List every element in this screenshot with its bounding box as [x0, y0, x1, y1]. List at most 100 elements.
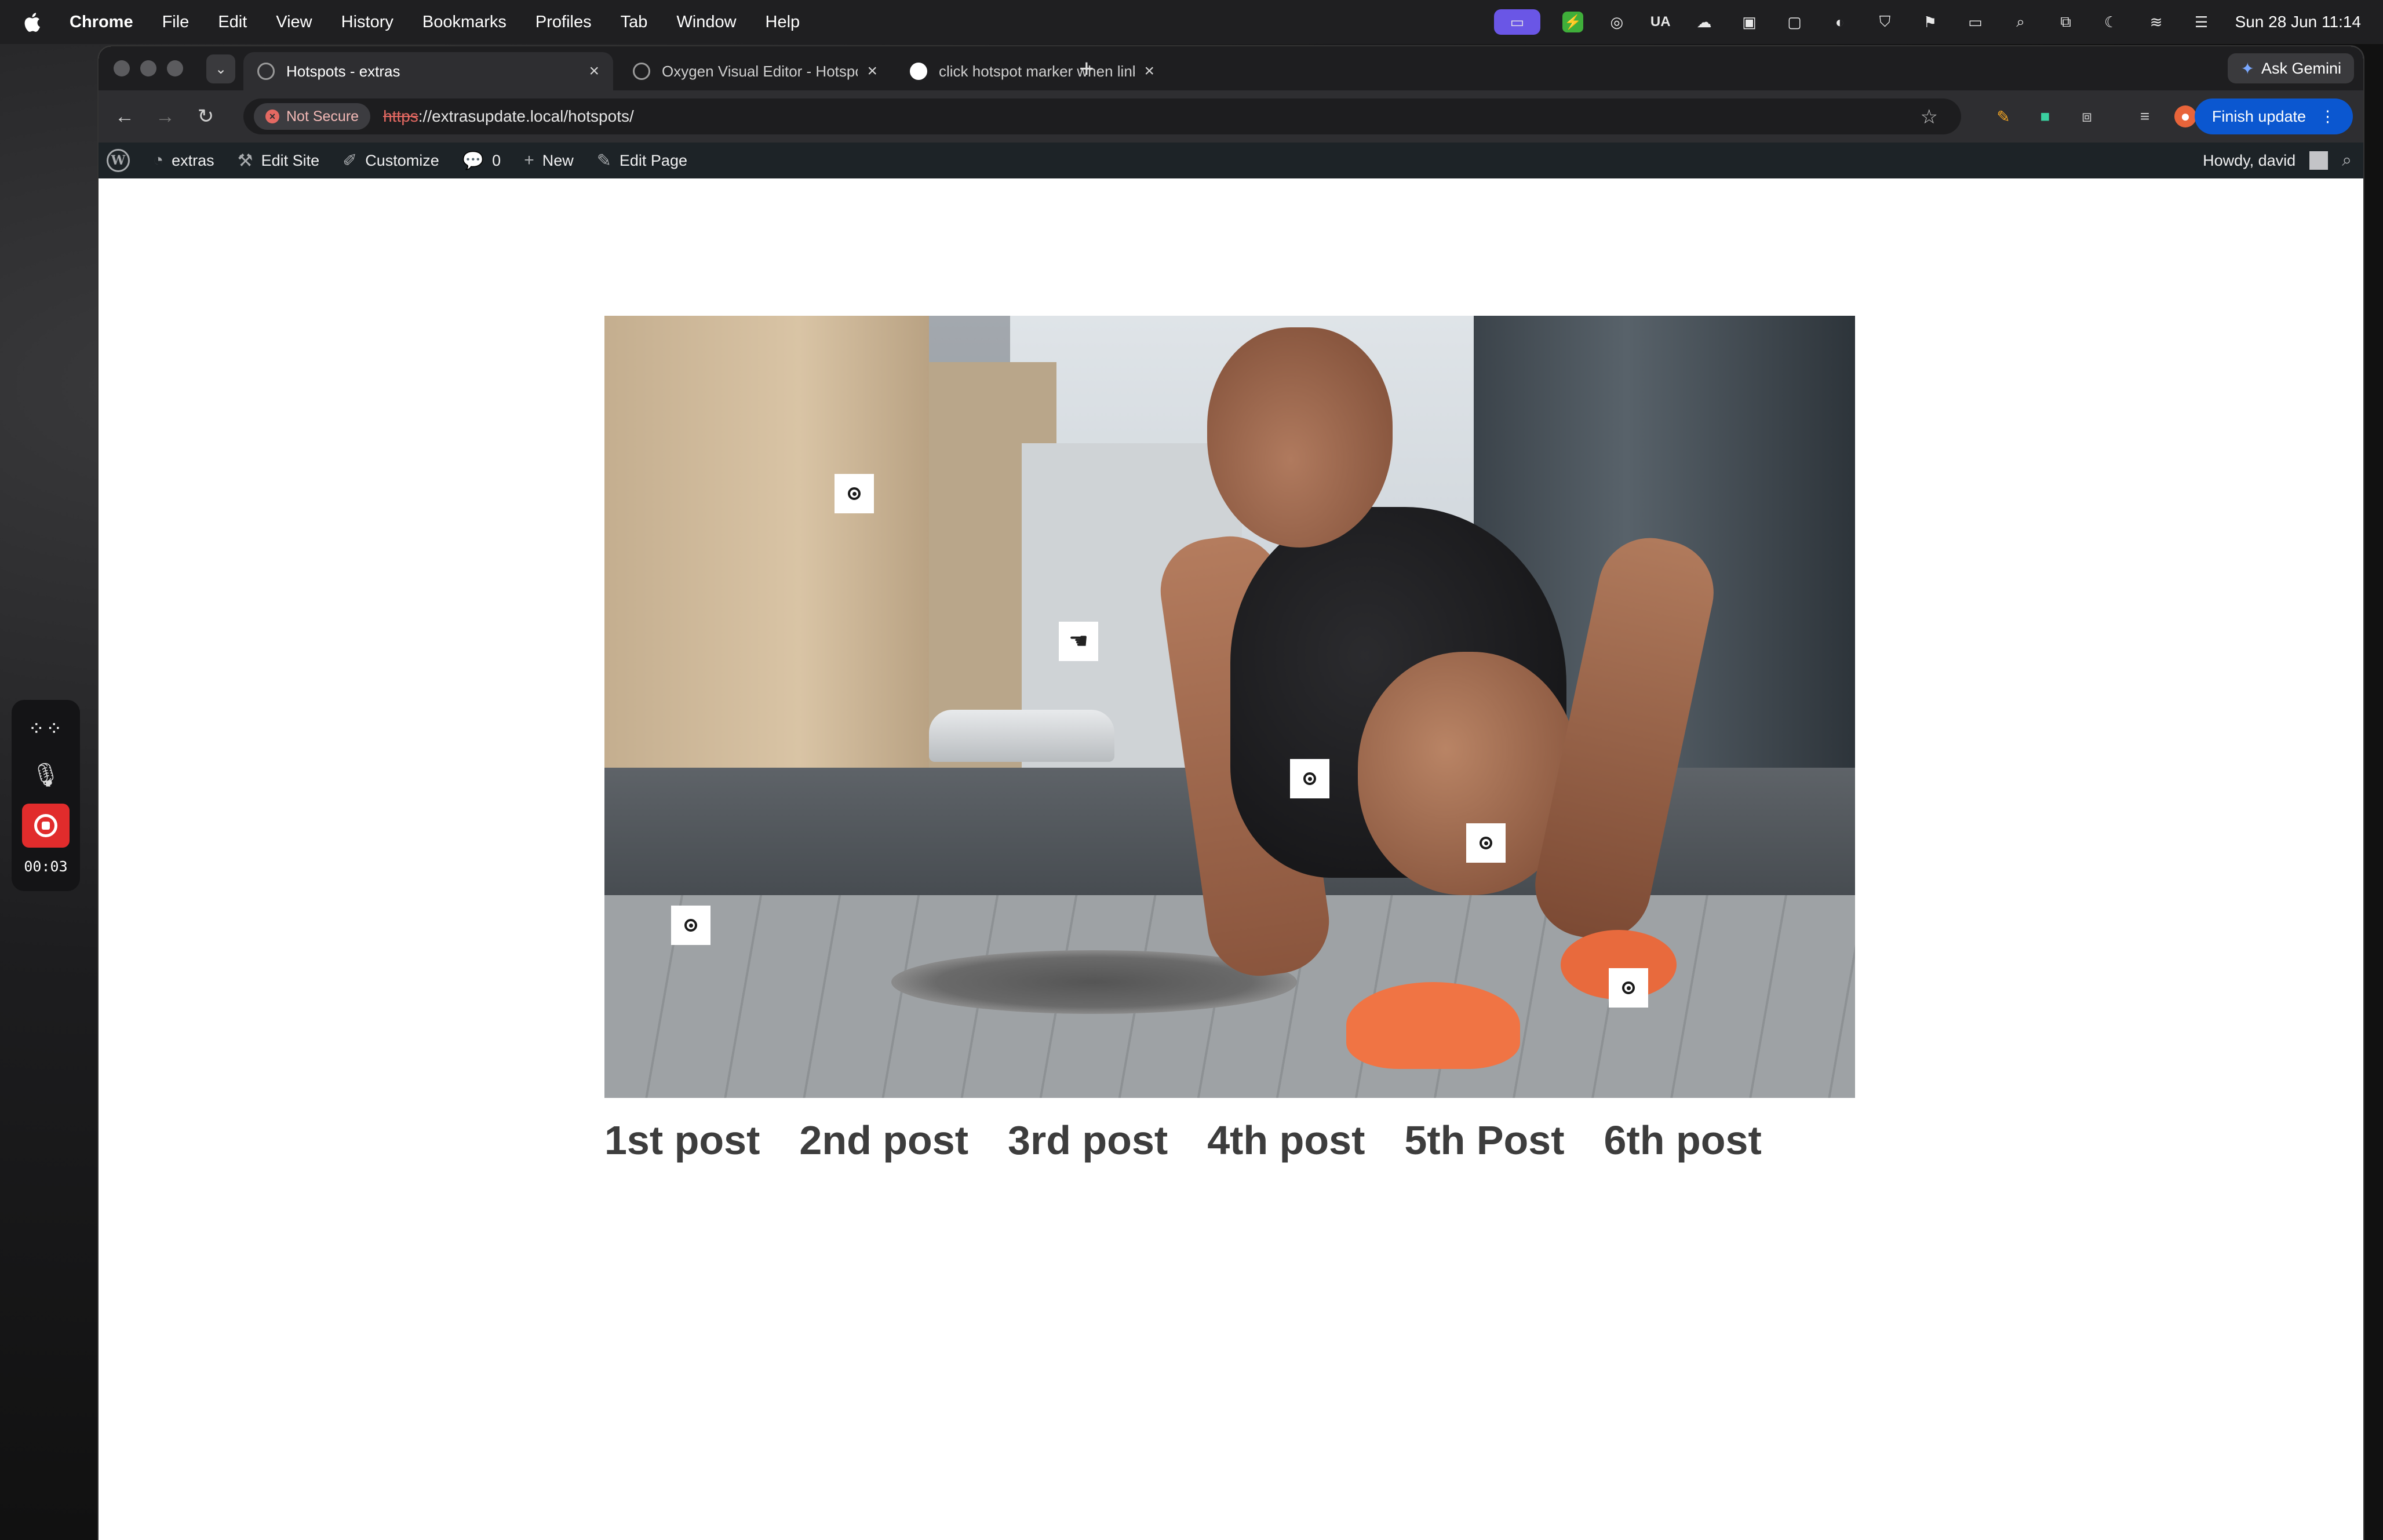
cloud-icon[interactable]: ☁ — [1693, 10, 1716, 34]
hotspot-image: ☚ — [604, 316, 1855, 1098]
menu-tab[interactable]: Tab — [621, 13, 648, 32]
language-indicator[interactable]: UA — [1650, 10, 1671, 34]
post-link-2[interactable]: 2nd post — [799, 1117, 968, 1163]
screenshot-icon[interactable]: ⧉ — [2054, 10, 2078, 34]
security-label: Not Secure — [286, 108, 359, 125]
control-center-icon[interactable]: ☰ — [2190, 10, 2213, 34]
recording-timer: 00:03 — [24, 858, 68, 875]
stop-icon — [34, 814, 57, 837]
chevron-down-icon: ⌄ — [214, 61, 227, 77]
wp-howdy-user[interactable]: Howdy, david — [2203, 152, 2295, 170]
address-bar[interactable]: × Not Secure https://extrasupdate.local/… — [243, 98, 1961, 134]
close-window-button[interactable] — [114, 60, 130, 76]
target-icon — [684, 919, 697, 932]
wp-edit-site-link[interactable]: ⚒ Edit Site — [238, 151, 319, 171]
bookmark-star-icon[interactable]: ☆ — [1921, 105, 1938, 129]
new-tab-button[interactable]: + — [1079, 54, 1094, 83]
github-icon — [910, 63, 927, 80]
menu-bookmarks[interactable]: Bookmarks — [422, 13, 507, 32]
close-tab-icon[interactable]: × — [867, 61, 877, 81]
post-link-3[interactable]: 3rd post — [1008, 1117, 1168, 1163]
reload-icon[interactable]: ↻ — [192, 103, 219, 130]
globe-icon — [257, 63, 275, 80]
green-extension-icon[interactable]: ■ — [2033, 104, 2057, 129]
puzzle-extensions-icon[interactable]: ⧈ — [2075, 104, 2099, 129]
wp-customize-link[interactable]: ✐ Customize — [342, 151, 439, 171]
search-icon[interactable]: ⌕ — [2009, 10, 2032, 34]
notion-icon[interactable]: ▣ — [1738, 10, 1761, 34]
wp-new-link[interactable]: + New — [524, 151, 574, 170]
menu-edit[interactable]: Edit — [218, 13, 247, 32]
url-path: ://extrasupdate.local/hotspots/ — [418, 107, 634, 125]
battery-icon[interactable]: ▭ — [1964, 10, 1987, 34]
shazam-icon[interactable]: ◎ — [1605, 10, 1628, 34]
macos-menubar: Chrome File Edit View History Bookmarks … — [0, 0, 2383, 44]
minimize-window-button[interactable] — [140, 60, 156, 76]
post-link-6[interactable]: 6th post — [1604, 1117, 1762, 1163]
tab-search-button[interactable]: ⌄ — [206, 54, 235, 83]
wordpress-logo-icon[interactable]: W — [107, 149, 130, 172]
hotspot-marker[interactable]: ☚ — [1059, 622, 1098, 661]
pencil-icon: ✎ — [596, 151, 611, 170]
moon-icon[interactable]: ☾ — [2100, 10, 2123, 34]
menu-view[interactable]: View — [276, 13, 312, 32]
target-icon — [1303, 772, 1316, 785]
mic-muted-icon[interactable]: 🎙 — [31, 761, 61, 789]
stop-recording-button[interactable] — [22, 804, 70, 848]
tab-oxygen-editor[interactable]: Oxygen Visual Editor - Hotspots × — [619, 52, 891, 90]
s-app-icon[interactable]: ▢ — [1783, 10, 1806, 34]
ask-gemini-button[interactable]: ✦ Ask Gemini — [2228, 53, 2354, 83]
post-link-4[interactable]: 4th post — [1207, 1117, 1365, 1163]
forward-arrow-icon[interactable]: → — [152, 103, 178, 130]
grid-menu-icon[interactable]: ⁘⁘ — [28, 717, 64, 740]
pencil-extension-icon[interactable]: ✎ — [1991, 104, 2016, 129]
search-icon[interactable]: ⌕ — [2342, 151, 2352, 170]
security-indicator[interactable]: × Not Secure — [254, 103, 371, 130]
menu-profiles[interactable]: Profiles — [535, 13, 592, 32]
post-link-5[interactable]: 5th Post — [1404, 1117, 1564, 1163]
shield-icon[interactable]: ⛉ — [1874, 10, 1897, 34]
browser-window: ⌄ Hotspots - extras × Oxygen Visual Edit… — [99, 46, 2363, 1540]
hotspot-marker[interactable] — [1290, 759, 1329, 798]
menu-file[interactable]: File — [162, 13, 190, 32]
menubar-clock[interactable]: Sun 28 Jun 11:14 — [2235, 13, 2361, 31]
menu-app-name[interactable]: Chrome — [70, 13, 133, 32]
wifi-icon[interactable]: ≋ — [2145, 10, 2168, 34]
wp-edit-page-link[interactable]: ✎ Edit Page — [597, 151, 687, 171]
close-tab-icon[interactable]: × — [589, 61, 599, 81]
more-vertical-icon[interactable]: ⋮ — [2320, 108, 2335, 126]
hotspot-marker[interactable] — [835, 474, 874, 513]
apple-icon[interactable] — [23, 12, 41, 32]
wp-site-name-link[interactable]: ◔ extras — [153, 151, 214, 170]
tab-hotspots[interactable]: Hotspots - extras × — [243, 52, 613, 90]
post-link-1[interactable]: 1st post — [604, 1117, 760, 1163]
sync-icon[interactable]: ◐ — [1828, 10, 1852, 34]
wp-comments-link[interactable]: 💬 0 — [462, 151, 501, 171]
menu-help[interactable]: Help — [766, 13, 800, 32]
url-text[interactable]: https://extrasupdate.local/hotspots/ — [383, 107, 634, 126]
hotspot-marker[interactable] — [671, 906, 710, 945]
back-arrow-icon[interactable]: ← — [111, 103, 138, 130]
tab-title: click hotspot marker when link — [939, 62, 1135, 80]
screen-share-icon[interactable]: ▭ — [1493, 9, 1540, 35]
flag-icon[interactable]: ⚑ — [1919, 10, 1942, 34]
menu-window[interactable]: Window — [676, 13, 736, 32]
hotspot-marker[interactable] — [1466, 823, 1506, 863]
profile-avatar[interactable]: ● — [2174, 105, 2196, 127]
browser-toolbar: ← → ↻ × Not Secure https://extrasupdate.… — [99, 90, 2363, 143]
app-status-icon[interactable]: ⚡ — [1562, 12, 1583, 32]
hotspot-marker[interactable] — [1609, 968, 1648, 1008]
menu-history[interactable]: History — [341, 13, 393, 32]
media-controls-icon[interactable]: ≡ — [2133, 104, 2157, 129]
tab-title: Oxygen Visual Editor - Hotspots — [662, 62, 858, 80]
close-tab-icon[interactable]: × — [1144, 61, 1154, 81]
avatar[interactable] — [2309, 151, 2329, 170]
globe-icon — [633, 63, 650, 80]
wp-customize-label: Customize — [365, 151, 439, 169]
finish-update-button[interactable]: Finish update ⋮ — [2194, 98, 2353, 134]
tab-strip: ⌄ Hotspots - extras × Oxygen Visual Edit… — [99, 46, 2363, 90]
tab-github-issue[interactable]: click hotspot marker when link × — [896, 52, 1168, 90]
maximize-window-button[interactable] — [167, 60, 183, 76]
wp-admin-bar: W ◔ extras ⚒ Edit Site ✐ Customize 💬 0 +… — [99, 143, 2363, 178]
plus-icon: + — [524, 151, 534, 170]
